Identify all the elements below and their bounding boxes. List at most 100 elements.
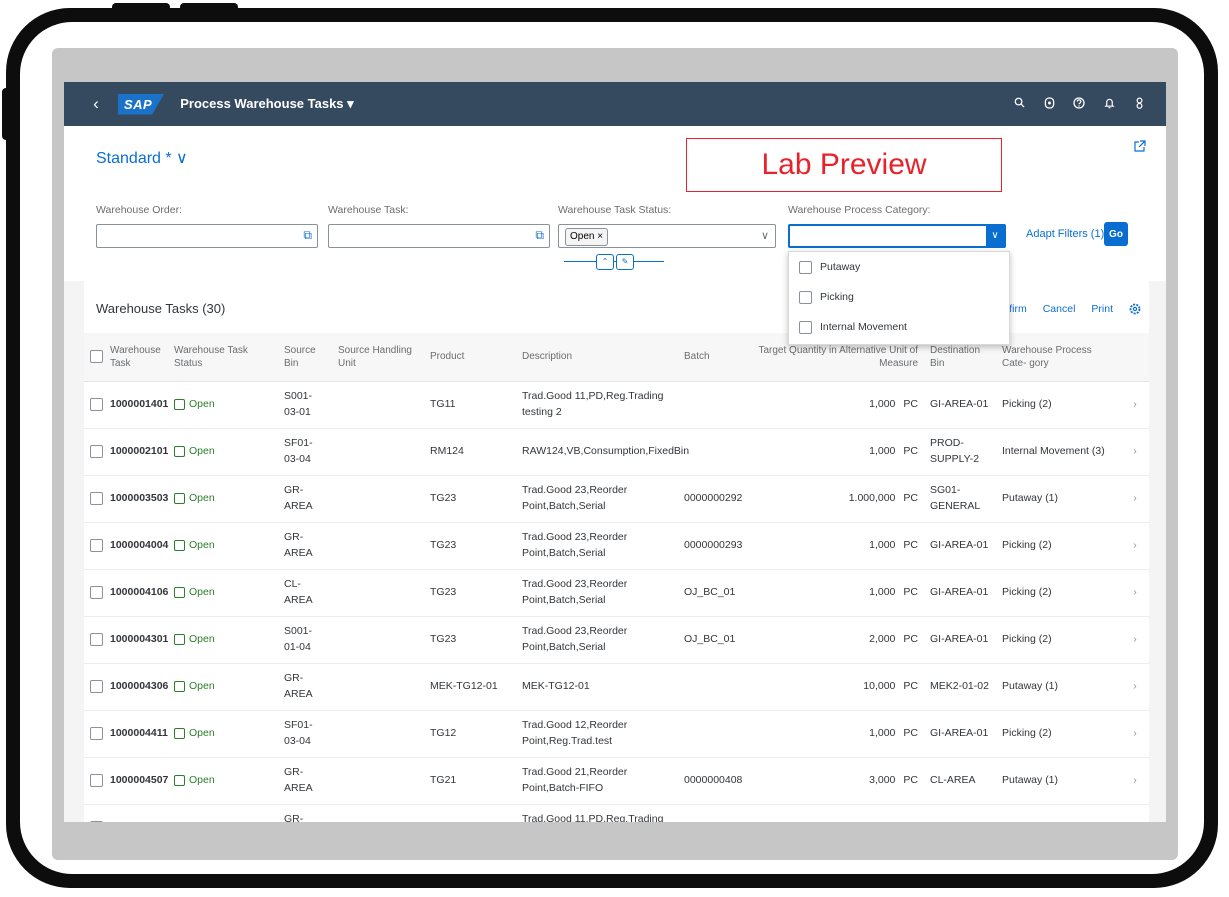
table-row[interactable]: 1000002101 Open SF01-03-04 RM124 RAW124,VB,C…: [84, 428, 1149, 476]
value-help-icon[interactable]: ⧉: [535, 228, 544, 243]
warehouse-order-input[interactable]: ⧉: [96, 224, 318, 248]
row-source-bin: CL-AREA: [278, 569, 332, 617]
chevron-down-icon[interactable]: ∨: [761, 229, 769, 242]
option-checkbox[interactable]: [799, 260, 812, 274]
warehouse-tasks-table: Warehouse Tasks (30) nfirm Cancel Print: [84, 281, 1149, 822]
row-source-bin: SF01-03-04: [278, 710, 332, 758]
copilot-icon[interactable]: [1042, 96, 1056, 112]
column-header[interactable]: Warehouse Task: [104, 333, 168, 382]
row-product: TG23: [424, 475, 516, 523]
row-checkbox[interactable]: [84, 616, 104, 664]
notification-icon[interactable]: [1102, 97, 1116, 112]
quantity-unit: PC: [903, 492, 918, 505]
status-open-icon: [174, 445, 185, 457]
row-task-id: 1000004411: [104, 710, 168, 758]
back-icon[interactable]: ‹: [74, 94, 118, 114]
row-task-id: 1000002101: [104, 428, 168, 476]
screen-frame: ‹ SAP Process Warehouse Tasks ▾ Standard…: [52, 48, 1178, 860]
table-row[interactable]: 1000004411 Open SF01-03-04 TG12 Trad.Good 12…: [84, 710, 1149, 758]
row-process-category: Putaway (1): [996, 475, 1121, 523]
row-checkbox[interactable]: [84, 663, 104, 711]
status-token-open[interactable]: Open ×: [565, 228, 609, 246]
row-navigation-icon[interactable]: ›: [1121, 475, 1149, 523]
option-checkbox[interactable]: [799, 290, 812, 304]
quantity-unit: PC: [903, 539, 918, 552]
table-row[interactable]: 1000004004 Open GR-AREA TG23 Trad.Good 23,Re…: [84, 522, 1149, 570]
user-icon[interactable]: [1132, 97, 1146, 112]
table-row[interactable]: 1000004106 Open CL-AREA TG23 Trad.Good 23,Re…: [84, 569, 1149, 617]
dropdown-option-putaway[interactable]: Putaway: [789, 252, 1009, 282]
collapse-header-icon[interactable]: ⌃: [596, 254, 614, 270]
row-source-hu: [332, 757, 424, 805]
column-header[interactable]: Source Bin: [278, 333, 332, 382]
row-navigation-icon[interactable]: ›: [1121, 804, 1149, 822]
row-product: TG11: [424, 804, 516, 822]
cancel-button[interactable]: Cancel: [1043, 303, 1076, 318]
sap-logo[interactable]: SAP: [118, 93, 165, 115]
quantity-value: 1,000: [869, 398, 896, 411]
row-navigation-icon[interactable]: ›: [1121, 569, 1149, 617]
row-checkbox[interactable]: [84, 381, 104, 429]
gear-icon[interactable]: [1129, 303, 1141, 318]
row-navigation-icon[interactable]: ›: [1121, 710, 1149, 758]
row-checkbox[interactable]: [84, 522, 104, 570]
row-navigation-icon[interactable]: ›: [1121, 616, 1149, 664]
column-header[interactable]: Warehouse Process Cate- gory: [996, 333, 1121, 382]
table-row[interactable]: 1000004301 Open S001-01-04 TG23 Trad.Good 23…: [84, 616, 1149, 664]
select-all-checkbox[interactable]: [84, 333, 104, 382]
warehouse-task-input[interactable]: ⧉: [328, 224, 550, 248]
column-header[interactable]: Warehouse Task Status: [168, 333, 278, 382]
table-row[interactable]: 1000004507 Open GR-AREA TG21 Trad.Good 21,Re…: [84, 757, 1149, 805]
chevron-down-icon[interactable]: ∨: [986, 226, 1004, 246]
table-row[interactable]: 1000004508 Open GR-AREA TG11Trad.Good 11,PD…: [84, 804, 1149, 822]
variant-selector[interactable]: Standard * ∨: [96, 148, 188, 168]
column-header[interactable]: Description: [516, 333, 678, 382]
dropdown-option-internal-movement[interactable]: Internal Movement: [789, 312, 1009, 342]
row-checkbox[interactable]: [84, 757, 104, 805]
status-text: Open: [189, 492, 215, 505]
process-category-multicombo[interactable]: ∨: [788, 224, 1006, 248]
row-checkbox[interactable]: [84, 710, 104, 758]
row-batch: [678, 804, 744, 822]
share-icon[interactable]: [1133, 140, 1146, 156]
column-header[interactable]: Source Handling Unit: [332, 333, 424, 382]
row-navigation-icon[interactable]: ›: [1121, 663, 1149, 711]
row-navigation-icon[interactable]: ›: [1121, 381, 1149, 429]
row-quantity: 10,000 PC: [744, 663, 924, 711]
help-icon[interactable]: [1072, 96, 1086, 112]
column-header[interactable]: Batch: [678, 333, 744, 382]
row-navigation-icon[interactable]: ›: [1121, 428, 1149, 476]
quantity-unit: PC: [903, 633, 918, 646]
app-title-menu[interactable]: Process Warehouse Tasks ▾: [180, 96, 353, 112]
row-checkbox[interactable]: [84, 428, 104, 476]
adapt-filters-button[interactable]: Adapt Filters (1): [1026, 228, 1104, 240]
status-text: Open: [189, 680, 215, 693]
dropdown-option-picking[interactable]: Picking: [789, 282, 1009, 312]
task-status-multicombo[interactable]: Open × ∨: [558, 224, 776, 248]
option-checkbox[interactable]: [799, 320, 812, 334]
status-open-icon: [174, 774, 185, 786]
table-row[interactable]: 1000001401 Open S001-03-01 TG11 Trad.Good 11…: [84, 381, 1149, 429]
column-header[interactable]: Product: [424, 333, 516, 382]
row-source-bin: SF01-03-04: [278, 428, 332, 476]
quantity-value: 1,000: [869, 586, 896, 599]
row-description: Trad.Good 11,PD,Reg.Trading testing 2: [516, 381, 678, 429]
search-icon[interactable]: [1012, 97, 1026, 111]
table-row[interactable]: 1000004306 Open GR-AREA MEK-TG12-01 MEK-TG12…: [84, 663, 1149, 711]
row-destination-bin: GI-AREA-01: [924, 710, 996, 758]
row-task-id: 1000004106: [104, 569, 168, 617]
row-navigation-icon[interactable]: ›: [1121, 522, 1149, 570]
row-checkbox[interactable]: [84, 804, 104, 822]
option-label: Picking: [820, 291, 854, 303]
row-product: TG23: [424, 616, 516, 664]
value-help-icon[interactable]: ⧉: [303, 228, 312, 243]
header-collapse-bar: ⌃ ✎: [564, 254, 664, 270]
status-open-icon: [174, 539, 185, 551]
row-navigation-icon[interactable]: ›: [1121, 757, 1149, 805]
row-checkbox[interactable]: [84, 475, 104, 523]
print-button[interactable]: Print: [1091, 303, 1113, 318]
row-checkbox[interactable]: [84, 569, 104, 617]
go-button[interactable]: Go: [1104, 222, 1128, 246]
pin-header-icon[interactable]: ✎: [616, 254, 634, 270]
table-row[interactable]: 1000003503 Open GR-AREA TG23 Trad.Good 23,Re…: [84, 475, 1149, 523]
